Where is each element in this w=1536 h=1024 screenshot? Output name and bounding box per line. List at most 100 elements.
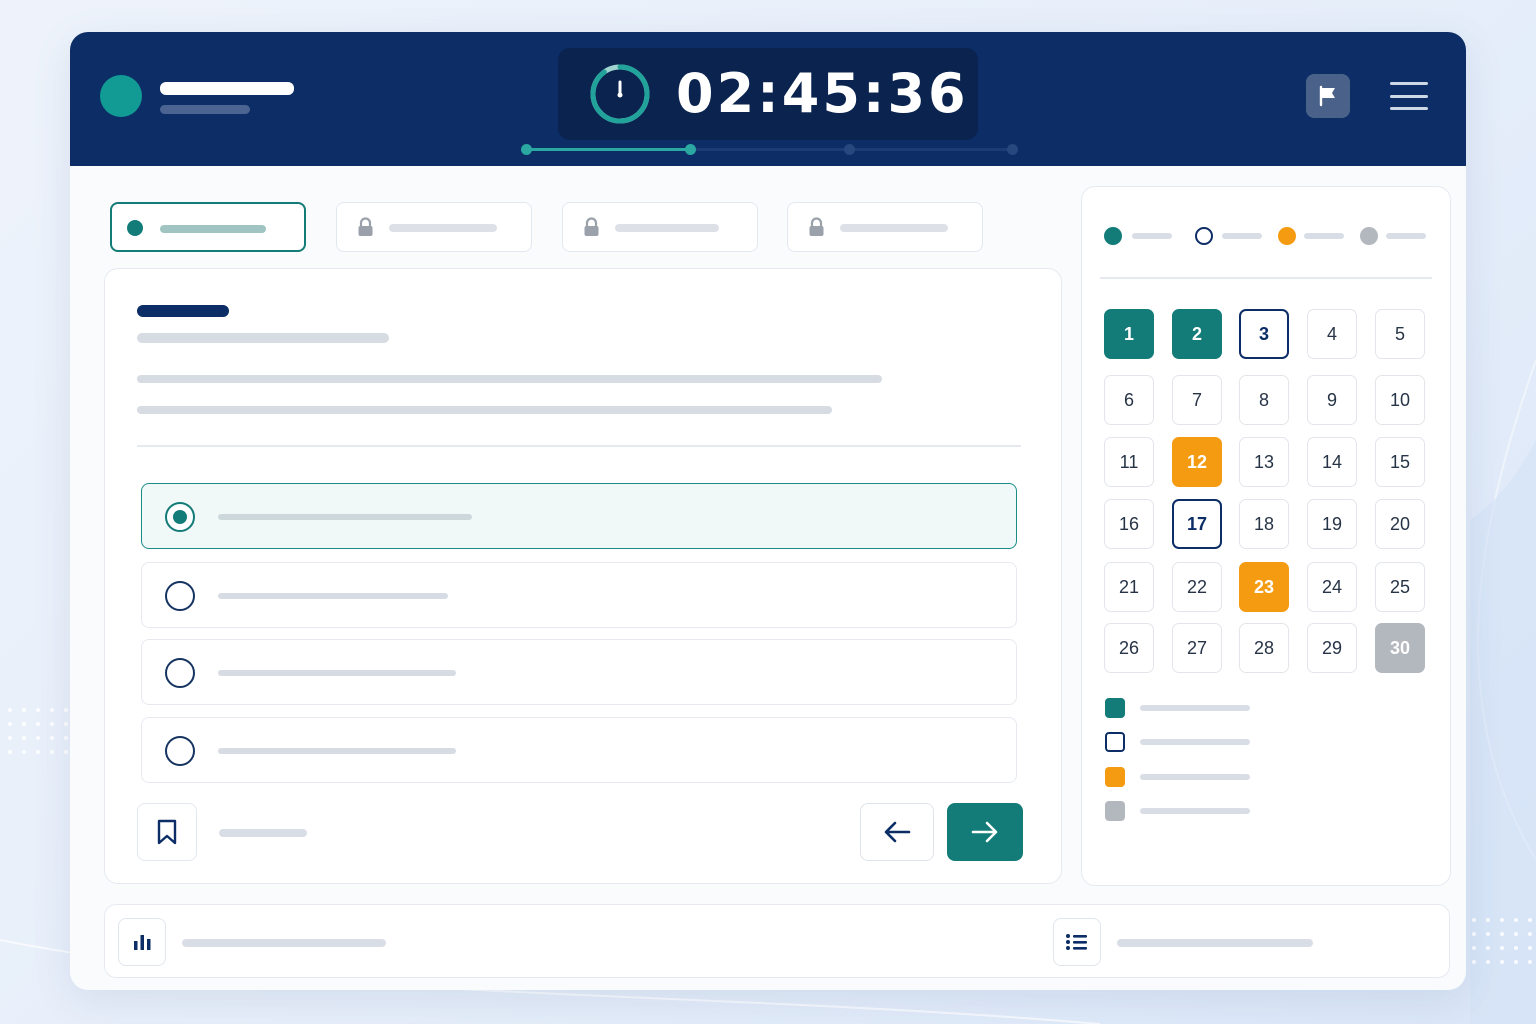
answer-option-2[interactable] [141, 562, 1017, 628]
exam-window: 02:45:36 1 2 3 4 5 6 7 8 9 10 11 12 13 1… [70, 32, 1466, 990]
key-label-placeholder [1140, 808, 1250, 814]
arrow-left-icon [884, 821, 911, 843]
question-nav-18[interactable]: 18 [1239, 499, 1289, 549]
question-nav-26[interactable]: 26 [1104, 623, 1154, 673]
question-nav-13[interactable]: 13 [1239, 437, 1289, 487]
key-label-placeholder [1140, 739, 1250, 745]
question-divider [137, 445, 1021, 447]
question-nav-24[interactable]: 24 [1307, 562, 1357, 612]
question-nav-1[interactable]: 1 [1104, 309, 1154, 359]
question-nav-27[interactable]: 27 [1172, 623, 1222, 673]
question-card [104, 268, 1062, 884]
legend-label-placeholder [1304, 233, 1344, 239]
bookmark-button[interactable] [137, 803, 197, 861]
answer-text-placeholder [218, 593, 448, 599]
user-avatar[interactable] [100, 75, 142, 117]
stats-label-placeholder [182, 939, 386, 947]
key-flagged-swatch [1105, 767, 1125, 787]
question-nav-8[interactable]: 8 [1239, 375, 1289, 425]
question-nav-7[interactable]: 7 [1172, 375, 1222, 425]
question-nav-29[interactable]: 29 [1307, 623, 1357, 673]
question-nav-30[interactable]: 30 [1375, 623, 1425, 673]
bookmark-icon [157, 819, 177, 845]
arrow-right-icon [971, 821, 998, 843]
answer-option-4[interactable] [141, 717, 1017, 783]
section-tab-label-placeholder [160, 225, 266, 233]
progress-step-2 [685, 144, 696, 155]
legend-label-placeholder [1222, 233, 1262, 239]
question-nav-6[interactable]: 6 [1104, 375, 1154, 425]
flag-icon [1319, 85, 1335, 107]
section-progress-fill [526, 148, 692, 151]
bookmark-label-placeholder [219, 829, 307, 837]
key-current-swatch [1105, 732, 1125, 752]
decorative-dots-left [8, 708, 68, 754]
question-nav-3[interactable]: 3 [1239, 309, 1289, 359]
question-nav-17[interactable]: 17 [1172, 499, 1222, 549]
question-number-placeholder [137, 305, 229, 317]
question-subtitle-placeholder [137, 333, 389, 343]
question-text-line-2 [137, 406, 832, 414]
question-list-button[interactable] [1053, 918, 1101, 966]
progress-step-4 [1007, 144, 1018, 155]
section-tab-label-placeholder [389, 224, 497, 232]
exam-header: 02:45:36 [70, 32, 1466, 166]
answer-text-placeholder [218, 748, 456, 754]
section-tab-label-placeholder [615, 224, 719, 232]
question-nav-20[interactable]: 20 [1375, 499, 1425, 549]
question-text-line-1 [137, 375, 882, 383]
legend-current-dot [1195, 227, 1213, 245]
next-question-button[interactable] [947, 803, 1023, 861]
question-nav-19[interactable]: 19 [1307, 499, 1357, 549]
radio-selected[interactable] [165, 502, 195, 532]
stats-button[interactable] [118, 918, 166, 966]
question-nav-25[interactable]: 25 [1375, 562, 1425, 612]
lock-icon [584, 217, 599, 236]
question-nav-21[interactable]: 21 [1104, 562, 1154, 612]
question-nav-5[interactable]: 5 [1375, 309, 1425, 359]
question-nav-22[interactable]: 22 [1172, 562, 1222, 612]
answer-option-1[interactable] [141, 483, 1017, 549]
section-tab-2[interactable] [336, 202, 532, 252]
question-nav-28[interactable]: 28 [1239, 623, 1289, 673]
countdown-timer: 02:45:36 [558, 48, 978, 140]
question-nav-2[interactable]: 2 [1172, 309, 1222, 359]
navigator-divider [1100, 277, 1432, 279]
progress-step-1 [521, 144, 532, 155]
section-tab-1[interactable] [110, 202, 306, 252]
question-nav-23[interactable]: 23 [1239, 562, 1289, 612]
question-nav-11[interactable]: 11 [1104, 437, 1154, 487]
list-label-placeholder [1117, 939, 1313, 947]
key-skipped-swatch [1105, 801, 1125, 821]
lock-icon [358, 217, 373, 236]
question-nav-14[interactable]: 14 [1307, 437, 1357, 487]
section-tab-4[interactable] [787, 202, 983, 252]
timer-value: 02:45:36 [676, 62, 969, 125]
question-nav-4[interactable]: 4 [1307, 309, 1357, 359]
question-nav-16[interactable]: 16 [1104, 499, 1154, 549]
lock-icon [809, 217, 824, 236]
question-nav-10[interactable]: 10 [1375, 375, 1425, 425]
question-nav-9[interactable]: 9 [1307, 375, 1357, 425]
radio-unselected[interactable] [165, 581, 195, 611]
section-tab-3[interactable] [562, 202, 758, 252]
question-nav-15[interactable]: 15 [1375, 437, 1425, 487]
key-label-placeholder [1140, 774, 1250, 780]
active-section-dot [127, 220, 143, 236]
flag-question-button[interactable] [1306, 74, 1350, 118]
legend-flagged-dot [1278, 227, 1296, 245]
legend-answered-dot [1104, 227, 1122, 245]
bar-chart-icon [134, 935, 151, 950]
radio-unselected[interactable] [165, 658, 195, 688]
radio-unselected[interactable] [165, 736, 195, 766]
answer-text-placeholder [218, 670, 456, 676]
list-icon [1066, 934, 1087, 950]
previous-question-button[interactable] [860, 803, 934, 861]
exam-footer [104, 904, 1450, 978]
user-subtitle-placeholder [160, 105, 250, 114]
hamburger-menu-icon[interactable] [1390, 82, 1428, 110]
answer-option-3[interactable] [141, 639, 1017, 705]
legend-skipped-dot [1360, 227, 1378, 245]
question-navigator: 1 2 3 4 5 6 7 8 9 10 11 12 13 14 15 16 17 18 19 20 21 22 23 24 2… [1081, 186, 1451, 886]
question-nav-12[interactable]: 12 [1172, 437, 1222, 487]
